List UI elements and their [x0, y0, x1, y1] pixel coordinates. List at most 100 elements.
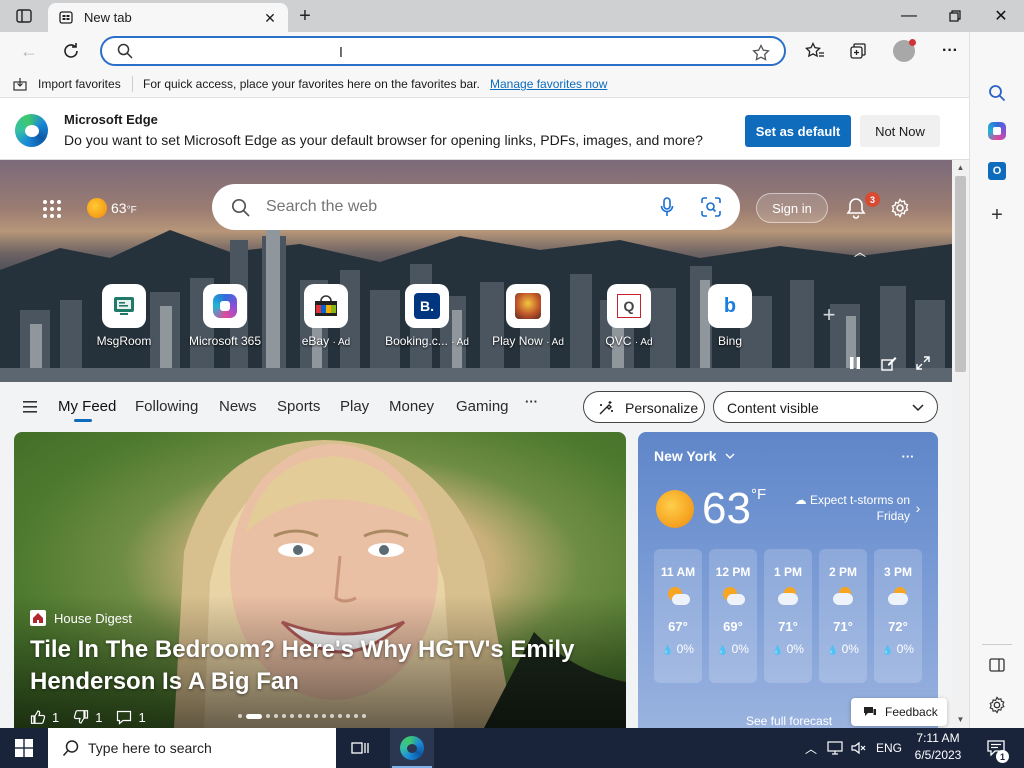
nav-sports[interactable]: Sports — [277, 398, 320, 415]
nav-money[interactable]: Money — [389, 398, 434, 415]
sidebar-add-icon[interactable]: + — [984, 202, 1010, 228]
scroll-up-arrow-icon[interactable]: ▲ — [952, 160, 969, 174]
content-visibility-dropdown[interactable]: Content visible — [713, 391, 938, 423]
quick-link-bing[interactable]: b Bing — [680, 284, 780, 352]
profile-avatar[interactable] — [889, 36, 919, 66]
dislike-button[interactable]: 1 — [73, 709, 102, 725]
pager-dot[interactable] — [306, 714, 310, 718]
back-button[interactable]: ← — [14, 36, 44, 66]
featured-story-card[interactable]: House Digest Tile In The Bedroom? Here's… — [14, 432, 626, 728]
close-window-button[interactable]: ✕ — [978, 0, 1024, 32]
taskbar-edge-icon[interactable] — [390, 728, 434, 768]
tab-new-tab[interactable]: New tab ✕ — [48, 3, 288, 32]
sidebar-settings-gear-icon[interactable] — [984, 692, 1010, 718]
nav-more[interactable]: ··· — [525, 394, 538, 409]
pager-dot[interactable] — [314, 714, 318, 718]
add-favorite-star-icon[interactable] — [750, 41, 772, 63]
web-search-input[interactable] — [266, 196, 626, 218]
story-source[interactable]: House Digest — [54, 611, 132, 626]
visual-search-icon[interactable] — [700, 196, 722, 218]
pager-dot[interactable] — [330, 714, 334, 718]
pager-dot[interactable] — [322, 714, 326, 718]
not-now-button[interactable]: Not Now — [860, 115, 940, 147]
weather-more-options-icon[interactable]: ··· — [898, 448, 918, 464]
comment-button[interactable]: 1 — [116, 710, 146, 725]
feedback-button[interactable]: Feedback — [851, 698, 947, 726]
nav-play[interactable]: Play — [340, 398, 369, 415]
new-tab-button[interactable]: + — [292, 4, 318, 28]
add-quick-link-icon[interactable]: + — [818, 302, 840, 327]
pager-dot[interactable] — [238, 714, 242, 718]
carousel-pager[interactable] — [238, 711, 398, 721]
nav-news[interactable]: News — [219, 398, 257, 415]
pager-dot[interactable] — [282, 714, 286, 718]
weather-location[interactable]: New York — [654, 448, 735, 464]
import-favorites-button[interactable]: Import favorites — [38, 77, 121, 91]
pager-dot-active[interactable] — [246, 713, 262, 719]
pager-dot[interactable] — [338, 714, 342, 718]
hourly-forecast-item[interactable]: 1 PM 71° 💧 0% — [764, 549, 812, 683]
windows-start-icon[interactable] — [0, 728, 48, 768]
web-search-box[interactable] — [212, 184, 740, 230]
quick-link-ebay[interactable]: eBay · Ad — [276, 284, 376, 352]
pause-background-icon[interactable] — [846, 354, 864, 372]
microphone-icon[interactable] — [656, 196, 678, 218]
hourly-forecast-item[interactable]: 12 PM 69° 💧 0% — [709, 549, 757, 683]
quick-link-booking[interactable]: B. Booking.c... · Ad — [377, 284, 477, 352]
tab-actions-icon[interactable] — [10, 6, 38, 26]
pager-dot[interactable] — [290, 714, 294, 718]
quick-link-qvc[interactable]: Q QVC · Ad — [579, 284, 679, 352]
language-indicator[interactable]: ENG — [876, 741, 902, 755]
hourly-forecast-item[interactable]: 3 PM 72° 💧 0% — [874, 549, 922, 683]
page-scrollbar[interactable]: ▲ ▼ — [952, 160, 969, 728]
task-view-icon[interactable] — [342, 728, 378, 768]
nav-my-feed[interactable]: My Feed — [58, 398, 116, 415]
address-input[interactable] — [142, 41, 742, 61]
refresh-button[interactable] — [56, 36, 86, 66]
story-headline[interactable]: Tile In The Bedroom? Here's Why HGTV's E… — [30, 634, 590, 698]
pager-dot[interactable] — [362, 714, 366, 718]
restore-button[interactable] — [932, 0, 978, 32]
scroll-down-arrow-icon[interactable]: ▼ — [952, 712, 969, 726]
weather-forecast-summary[interactable]: ☁ Expect t-storms on Friday — [786, 492, 910, 524]
pager-dot[interactable] — [266, 714, 270, 718]
page-settings-gear-icon[interactable] — [888, 196, 912, 220]
hamburger-menu-icon[interactable] — [20, 398, 40, 416]
like-button[interactable]: 1 — [30, 709, 59, 725]
sidebar-microsoft-365-icon[interactable] — [984, 118, 1010, 144]
personalize-button[interactable]: Personalize — [583, 391, 705, 423]
edit-background-icon[interactable] — [880, 354, 898, 372]
taskbar-search-box[interactable]: Type here to search — [48, 728, 336, 768]
taskbar-clock[interactable]: 7:11 AM 6/5/2023 — [906, 730, 970, 764]
chevron-right-icon[interactable]: › — [912, 500, 924, 516]
hero-weather[interactable]: 63°F — [111, 200, 137, 216]
manage-favorites-link[interactable]: Manage favorites now — [490, 77, 607, 91]
sign-in-button[interactable]: Sign in — [756, 193, 828, 223]
collapse-chevron-icon[interactable]: ︿ — [852, 244, 868, 259]
quick-link-play-now[interactable]: Play Now · Ad — [478, 284, 578, 352]
network-icon[interactable] — [824, 728, 846, 768]
sidebar-search-icon[interactable] — [984, 80, 1010, 106]
nav-gaming[interactable]: Gaming — [456, 398, 509, 415]
quick-link-msgroom[interactable]: MsgRoom — [74, 284, 174, 352]
minimize-button[interactable]: ― — [886, 0, 932, 32]
apps-launcher-icon[interactable] — [38, 196, 66, 222]
address-bar[interactable]: I — [100, 36, 786, 66]
volume-muted-icon[interactable] — [848, 728, 870, 768]
collections-button[interactable] — [843, 36, 873, 66]
see-full-forecast-link[interactable]: See full forecast — [746, 714, 832, 728]
weather-card[interactable]: New York ··· 63°F ☁ Expect t-storms on F… — [638, 432, 938, 728]
pager-dot[interactable] — [274, 714, 278, 718]
expand-icon[interactable] — [914, 354, 932, 372]
quick-link-microsoft-365[interactable]: Microsoft 365 — [175, 284, 275, 352]
pager-dot[interactable] — [346, 714, 350, 718]
hourly-forecast-item[interactable]: 11 AM 67° 💧 0% — [654, 549, 702, 683]
action-center-icon[interactable] — [980, 728, 1012, 768]
sidebar-outlook-icon[interactable]: O — [984, 158, 1010, 184]
pager-dot[interactable] — [298, 714, 302, 718]
favorites-button[interactable] — [800, 36, 830, 66]
hide-sidebar-icon[interactable] — [984, 652, 1010, 678]
set-as-default-button[interactable]: Set as default — [745, 115, 851, 147]
hourly-forecast-item[interactable]: 2 PM 71° 💧 0% — [819, 549, 867, 683]
settings-and-more-button[interactable]: ··· — [935, 36, 965, 66]
